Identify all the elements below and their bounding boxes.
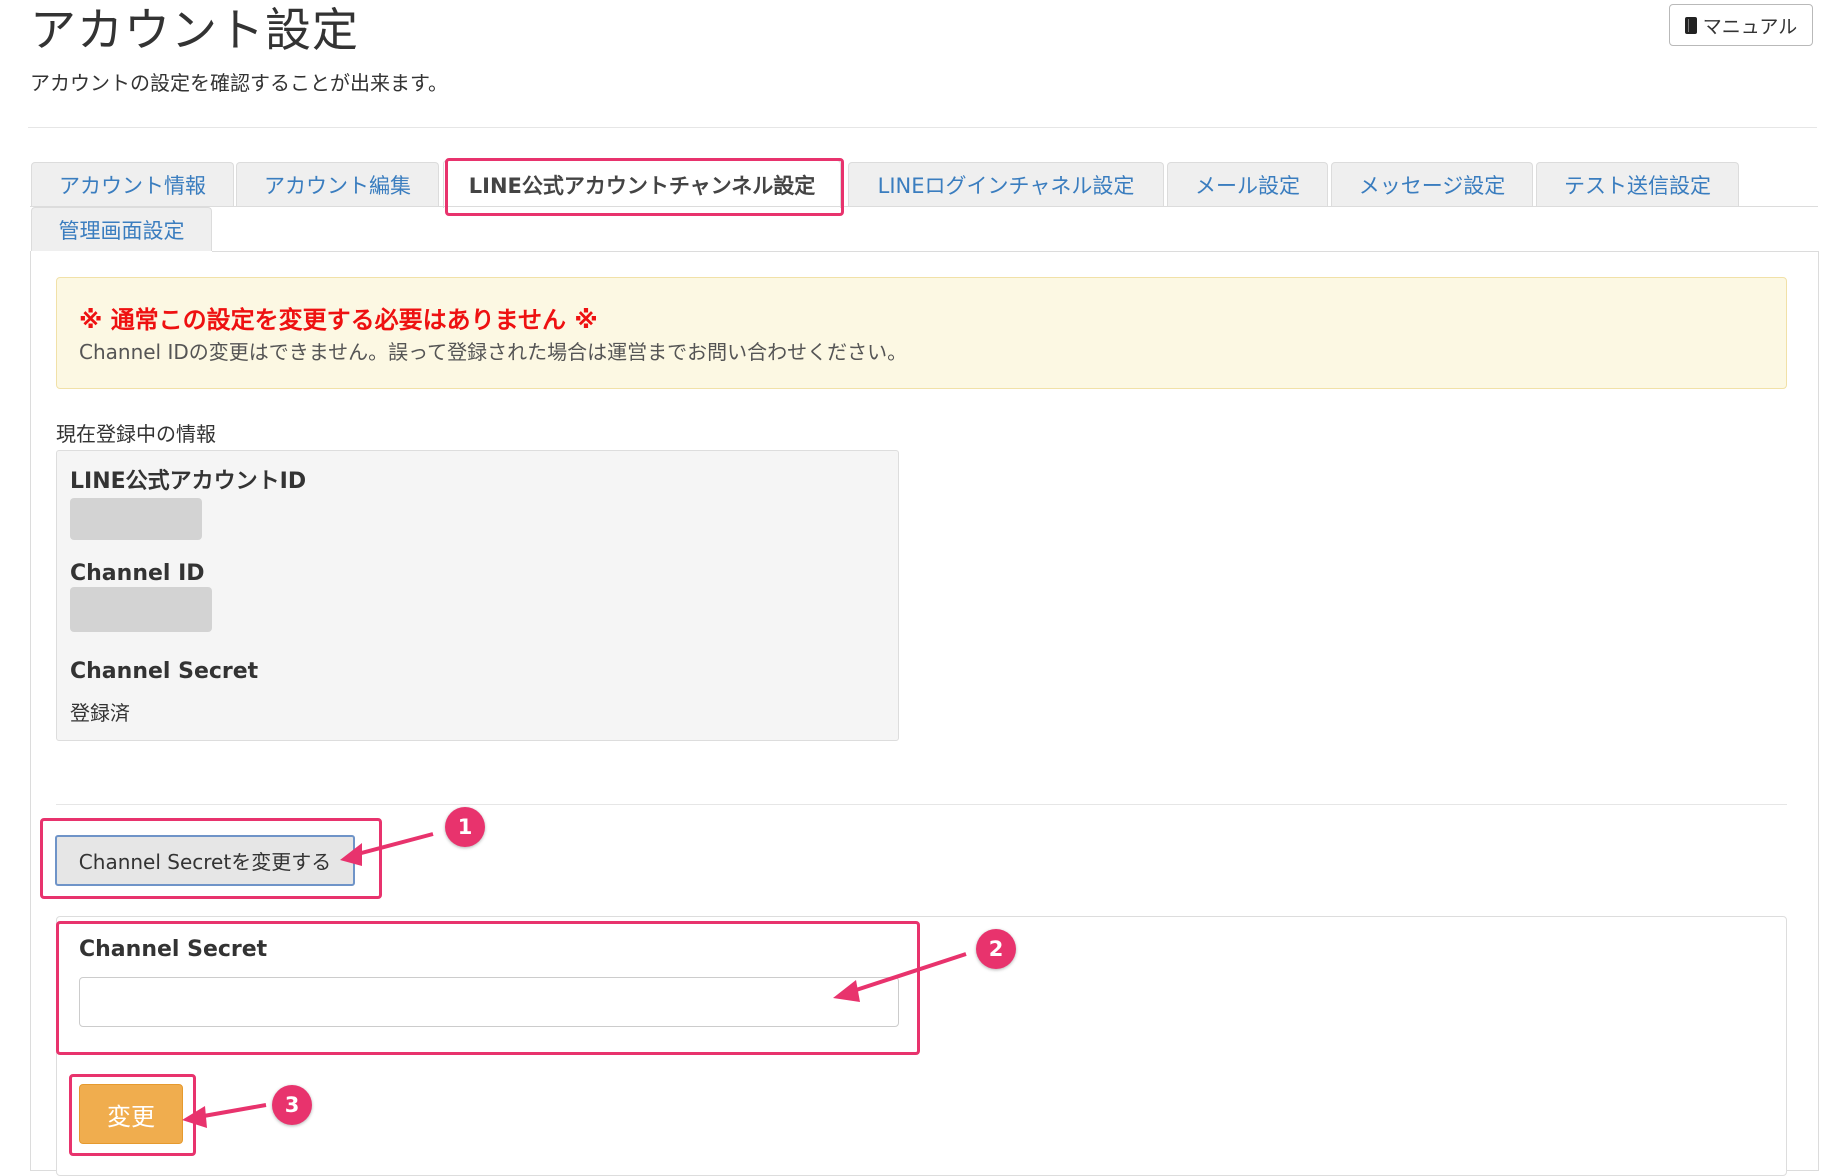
- arrow-step-1: [349, 832, 434, 858]
- step-badge-2: 2: [976, 929, 1016, 969]
- step-badge-3: 3: [272, 1085, 312, 1125]
- annotation-arrows: [182, 832, 967, 1128]
- arrow-head-step-1: [340, 843, 362, 866]
- arrow-step-2: [849, 952, 967, 994]
- arrow-head-step-3: [182, 1106, 207, 1128]
- arrow-step-3: [197, 1103, 267, 1119]
- step-badge-1: 1: [445, 807, 485, 847]
- arrow-head-step-2: [833, 980, 860, 1002]
